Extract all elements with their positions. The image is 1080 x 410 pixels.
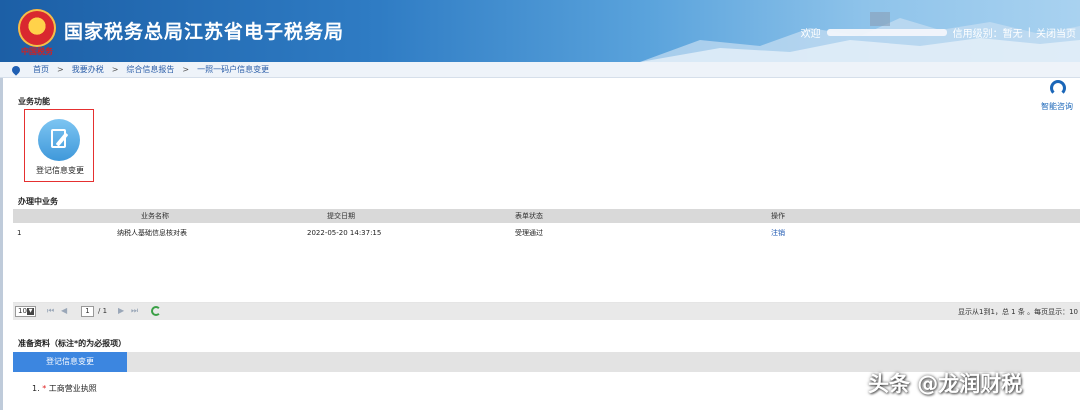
required-item: 1. * 工商营业执照 (32, 383, 97, 394)
register-change-tile[interactable]: 登记信息变更 (24, 109, 94, 182)
register-change-label: 登记信息变更 (36, 166, 84, 175)
breadcrumb-arrow: > (111, 65, 119, 74)
item-text: 工商营业执照 (48, 384, 97, 393)
tax-emblem-icon (18, 9, 56, 47)
prep-materials-title: 准备资料（标注*的为必报项） (18, 339, 127, 348)
current-page-input[interactable]: 1 (81, 306, 94, 317)
chevron-down-icon: ▼ (27, 308, 34, 315)
row-index: 1 (17, 229, 22, 237)
row-status: 受理通过 (515, 229, 543, 237)
business-section-title: 业务功能 (18, 97, 50, 106)
breadcrumb-current: 一照一码户信息变更 (197, 65, 270, 74)
refresh-icon[interactable] (151, 306, 161, 316)
edit-document-icon (38, 119, 80, 161)
table-row[interactable]: 1 纳税人基础信息核对表 2022-05-20 14:37:15 受理通过 注销 (13, 226, 1080, 240)
required-star: * (42, 384, 47, 393)
breadcrumb-arrow: > (182, 65, 190, 74)
col-date[interactable]: 提交日期 (327, 209, 355, 223)
tab-register-change[interactable]: 登记信息变更 (13, 352, 127, 372)
pager-info: 显示从1到1，总 1 条 。每页显示：10 (958, 308, 1078, 316)
col-status[interactable]: 表单状态 (515, 209, 543, 223)
in-progress-title: 办理中业务 (18, 197, 58, 206)
total-pages: / 1 (98, 307, 108, 315)
smart-consult-button[interactable]: 智能咨询 (1041, 80, 1075, 112)
breadcrumb-report[interactable]: 综合信息报告 (126, 64, 174, 75)
first-page-icon[interactable]: ⏮ (47, 306, 54, 316)
breadcrumb-home[interactable]: 首页 (33, 64, 49, 75)
welcome-text: 欢迎 (800, 29, 821, 40)
row-date: 2022-05-20 14:37:15 (307, 229, 382, 237)
cancel-link[interactable]: 注销 (771, 226, 785, 240)
site-title: 国家税务总局江苏省电子税务局 (64, 21, 345, 43)
col-action[interactable]: 操作 (771, 209, 785, 223)
header-separator: | (1027, 27, 1031, 38)
col-name[interactable]: 业务名称 (141, 209, 169, 223)
row-name: 纳税人基础信息核对表 (117, 229, 187, 237)
prev-page-icon[interactable]: ◀ (61, 306, 67, 315)
watermark-text: 头条 @龙润财税 (868, 372, 1023, 396)
close-page-link[interactable]: 关闭当页 (1036, 25, 1076, 40)
last-page-icon[interactable]: ⏭ (131, 306, 138, 316)
pagination-bar: 10 ▼ ⏮ ◀ 1 / 1 ▶ ⏭ 显示从1到1，总 1 条 。每页显示：10 (13, 303, 1080, 320)
credit-level: 信用级别：暂无 (952, 29, 1023, 40)
item-number: 1. (32, 384, 40, 393)
emblem-caption: 中国税务 (21, 47, 53, 56)
location-pin-icon (10, 63, 22, 76)
page-size-value: 10 (18, 307, 27, 315)
site-header: 中国税务 国家税务总局江苏省电子税务局 欢迎 信用级别：暂无 | 关闭当页 (0, 0, 1080, 62)
table-header: 业务名称 提交日期 表单状态 操作 (13, 209, 1080, 223)
breadcrumb-arrow: > (57, 65, 64, 74)
headset-icon (1050, 80, 1066, 96)
header-user-bar: 欢迎 信用级别：暂无 | 关闭当页 (801, 25, 1076, 40)
breadcrumb-tax[interactable]: 我要办税 (72, 64, 104, 75)
breadcrumb: 首页 > 我要办税 > 综合信息报告 > 一照一码户信息变更 (0, 62, 1080, 78)
smart-consult-label: 智能咨询 (1041, 102, 1073, 111)
page-size-select[interactable]: 10 ▼ (15, 306, 36, 317)
next-page-icon[interactable]: ▶ (118, 306, 124, 315)
redacted-username (826, 29, 947, 36)
